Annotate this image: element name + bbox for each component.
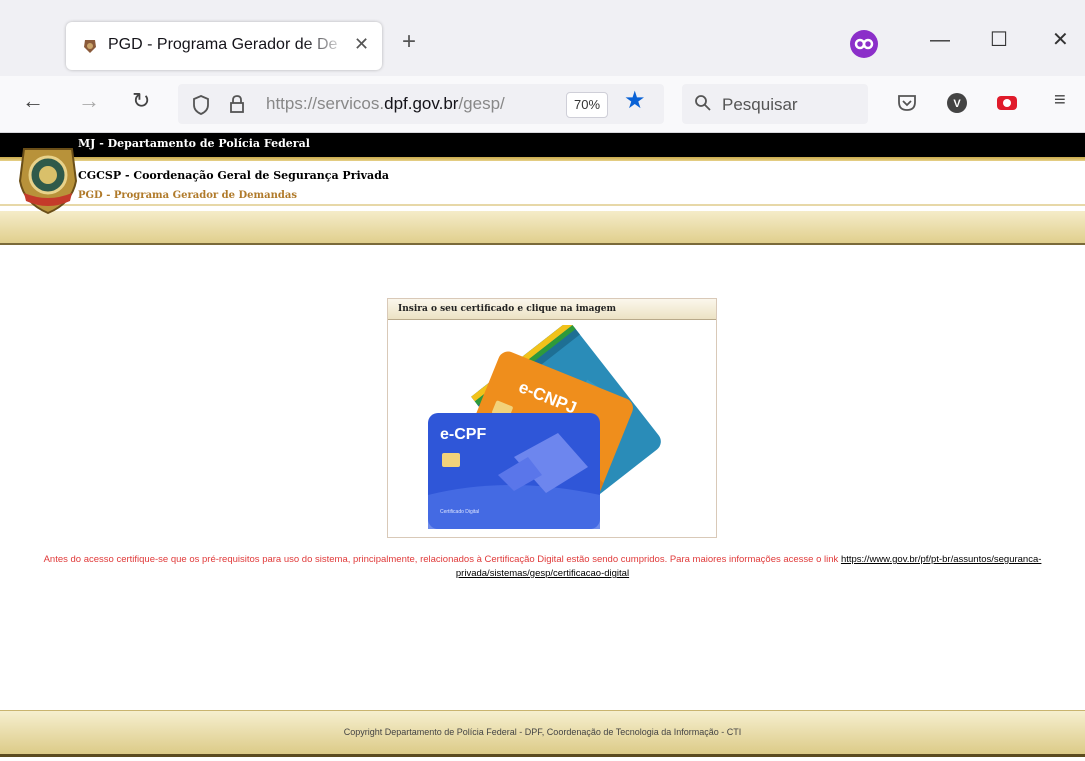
reload-icon[interactable]: ↻ (132, 90, 150, 112)
pf-favicon-icon (84, 40, 96, 53)
tab-close-icon[interactable]: ✕ (354, 34, 369, 55)
search-icon (695, 95, 711, 111)
ecpf-card: e-CPF Certificado Digital (428, 413, 600, 529)
url-bar[interactable]: https://servicos.dpf.gov.br/gesp/ 70% ★ (178, 84, 664, 124)
department-title: CGCSP - Coordenação Geral de Segurança P… (78, 169, 390, 182)
maximize-icon[interactable]: ☐ (990, 30, 1008, 50)
private-mask-icon[interactable] (850, 30, 878, 58)
banner-thin-divider (0, 204, 1085, 206)
minimize-icon[interactable]: — (930, 30, 950, 50)
url-text[interactable]: https://servicos.dpf.gov.br/gesp/ (266, 94, 505, 114)
tab-title: PGD - Programa Gerador de De (108, 36, 338, 53)
site-banner: MJ - Departamento de Polícia Federal CGC… (0, 133, 1085, 245)
vpn-extension-icon[interactable]: V (946, 92, 968, 114)
menu-icon[interactable]: ≡ (1054, 90, 1066, 110)
search-bar[interactable]: Pesquisar (682, 84, 868, 124)
lock-icon[interactable] (228, 94, 246, 114)
forward-icon[interactable]: → (78, 90, 100, 112)
browser-navbar: ← → ↻ https://servicos.dpf.gov.br/gesp/ … (0, 76, 1085, 133)
browser-tab[interactable]: PGD - Programa Gerador de De ✕ (66, 22, 382, 70)
zoom-level-badge[interactable]: 70% (566, 92, 608, 118)
cpf-card-label: e-CPF (440, 426, 486, 443)
certificate-login-box: Insira o seu certificado e clique na ima… (387, 298, 717, 538)
login-instruction: Insira o seu certificado e clique na ima… (398, 304, 617, 314)
video-extension-icon[interactable] (996, 92, 1018, 114)
program-title: PGD - Programa Gerador de Demandas (78, 190, 297, 201)
pocket-icon[interactable] (896, 92, 918, 114)
banner-top-bar: MJ - Departamento de Polícia Federal (0, 133, 1085, 157)
login-box-header: Insira o seu certificado e clique na ima… (388, 299, 716, 320)
tracking-shield-icon[interactable] (192, 95, 210, 115)
copyright-text: Copyright Departamento de Polícia Federa… (343, 727, 742, 737)
close-window-icon[interactable]: ✕ (1052, 30, 1069, 50)
page-footer: Copyright Departamento de Polícia Federa… (0, 710, 1085, 757)
ministry-title: MJ - Departamento de Polícia Federal (78, 137, 310, 150)
search-placeholder: Pesquisar (722, 95, 798, 114)
browser-tabstrip: PGD - Programa Gerador de De ✕ + — ☐ ✕ (0, 0, 1085, 76)
svg-text:V: V (953, 98, 961, 110)
banner-gold-bar (0, 211, 1085, 245)
bookmark-star-icon[interactable]: ★ (624, 89, 646, 113)
new-tab-icon[interactable]: + (402, 30, 416, 54)
notice-text: Antes do acesso certifique-se que os pré… (43, 554, 841, 565)
card-caption: Certificado Digital (440, 509, 479, 515)
banner-gold-divider (0, 157, 1085, 161)
back-icon[interactable]: ← (22, 90, 44, 112)
digital-certificate-image[interactable]: e-CNPJ e-CPF Certificado Digital (418, 325, 688, 531)
policia-federal-badge-logo (18, 148, 78, 215)
prerequisite-notice: Antes do acesso certifique-se que os pré… (40, 553, 1045, 581)
chip-icon (442, 453, 460, 467)
